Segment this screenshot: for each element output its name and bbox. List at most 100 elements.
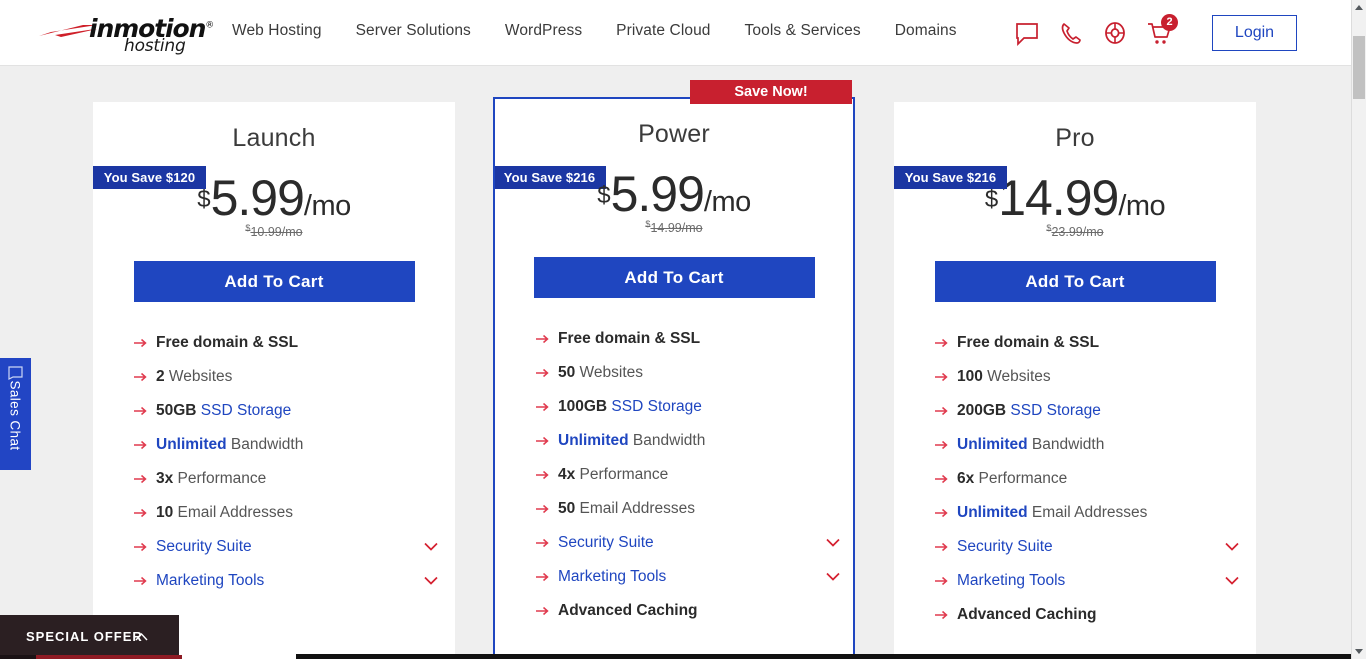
arrow-right-icon — [134, 373, 147, 382]
scrollbar-down-arrow[interactable] — [1352, 644, 1366, 659]
logo-registered-mark: ® — [205, 20, 215, 31]
arrow-right-icon — [536, 335, 549, 344]
sales-chat-label: Sales Chat — [7, 380, 23, 451]
feature-text: Performance — [575, 466, 669, 484]
feature-text: Free domain & SSL — [957, 334, 1100, 352]
feature-item[interactable]: Security Suite — [536, 534, 840, 552]
save-badge-power: You Save $216 — [495, 166, 606, 189]
arrow-right-icon — [134, 475, 147, 484]
arrow-right-icon — [536, 471, 549, 480]
feature-item: Free domain & SSL — [536, 330, 818, 348]
chevron-up-icon — [135, 632, 148, 641]
arrow-right-icon — [935, 373, 948, 382]
chevron-down-icon[interactable] — [826, 572, 840, 581]
arrow-right-icon — [536, 403, 549, 412]
vertical-scrollbar[interactable] — [1351, 0, 1366, 659]
original-price-amount: 10.99/mo — [250, 225, 303, 240]
arrow-right-icon — [536, 437, 549, 446]
nav-item-wordpress[interactable]: WordPress — [505, 22, 582, 40]
feature-value: 50GB — [156, 402, 197, 420]
plan-card-launch: Launch You Save $120 $5.99/mo $10.99/mo … — [93, 102, 455, 659]
feature-value: 100 — [957, 368, 983, 386]
feature-value: Unlimited — [558, 432, 629, 450]
original-price-amount: 23.99/mo — [1051, 225, 1104, 240]
feature-item: Unlimited Bandwidth — [536, 432, 818, 450]
nav-item-domains[interactable]: Domains — [895, 22, 957, 40]
feature-item[interactable]: Marketing Tools — [536, 568, 840, 586]
plan-title-pro: Pro — [1055, 124, 1095, 152]
scrollbar-up-arrow[interactable] — [1352, 0, 1366, 15]
arrow-right-icon — [134, 577, 147, 586]
price-currency: $ — [597, 181, 611, 209]
feature-item: 10 Email Addresses — [134, 504, 416, 522]
add-to-cart-button-pro[interactable]: Add To Cart — [934, 261, 1216, 303]
feature-item: 6x Performance — [935, 470, 1217, 488]
feature-text: Security Suite — [957, 538, 1053, 556]
feature-text: Advanced Caching — [957, 606, 1097, 624]
pricing-plans-section: Save Now! Launch You Save $120 $5.99/mo … — [0, 66, 1351, 659]
chevron-down-icon[interactable] — [826, 538, 840, 547]
chevron-down-icon[interactable] — [424, 542, 438, 551]
chevron-down-icon[interactable] — [424, 576, 438, 585]
price-original-pro: $23.99/mo — [894, 223, 1256, 239]
nav-item-tools-and-services[interactable]: Tools & Services — [745, 22, 861, 40]
feature-item: Unlimited Bandwidth — [134, 436, 416, 454]
arrow-right-icon — [536, 607, 549, 616]
login-button[interactable]: Login — [1212, 15, 1297, 51]
chat-bubble-icon[interactable] — [1014, 18, 1040, 48]
feature-text: Free domain & SSL — [558, 330, 701, 348]
logo-subtext: hosting — [124, 36, 186, 56]
feature-list-pro: Free domain & SSL 100 Websites 200GB SSD S… — [935, 334, 1239, 624]
feature-value: Unlimited — [957, 436, 1028, 454]
feature-text: SSD Storage — [607, 398, 702, 416]
arrow-right-icon — [134, 441, 147, 450]
feature-item: 50 Websites — [536, 364, 818, 382]
sales-chat-tab[interactable]: Sales Chat — [0, 358, 31, 470]
inmotion-logo[interactable]: inmotion® hosting — [36, 12, 214, 56]
nav-item-web-hosting[interactable]: Web Hosting — [232, 22, 322, 40]
nav-item-server-solutions[interactable]: Server Solutions — [356, 22, 471, 40]
price-period: /mo — [1118, 190, 1166, 222]
feature-item: 50 Email Addresses — [536, 500, 818, 518]
feature-value: 10 — [156, 504, 174, 522]
arrow-right-icon — [935, 543, 948, 552]
feature-text: Email Addresses — [1027, 504, 1148, 522]
browser-viewport: inmotion® hosting Web Hosting Server Sol… — [0, 0, 1366, 659]
chevron-down-icon[interactable] — [1225, 542, 1239, 551]
feature-item[interactable]: Security Suite — [134, 538, 438, 556]
plan-card-power: Power You Save $216 $5.99/mo $14.99/mo A… — [493, 97, 855, 659]
add-to-cart-button-launch[interactable]: Add To Cart — [133, 261, 415, 303]
plan-card-pro: Pro You Save $216 $14.99/mo $23.99/mo Ad… — [894, 102, 1256, 659]
feature-item: 100GB SSD Storage — [536, 398, 818, 416]
arrow-right-icon — [935, 611, 948, 620]
feature-text: Security Suite — [156, 538, 252, 556]
feature-value: Unlimited — [156, 436, 227, 454]
feature-item[interactable]: Security Suite — [935, 538, 1239, 556]
arrow-right-icon — [935, 407, 948, 416]
chevron-down-icon[interactable] — [1225, 576, 1239, 585]
feature-value: 50 — [558, 364, 576, 382]
feature-text: Websites — [982, 368, 1051, 386]
arrow-right-icon — [134, 543, 147, 552]
special-offer-label: SPECIAL OFFER — [26, 629, 143, 644]
phone-icon[interactable] — [1058, 18, 1084, 48]
feature-text: Websites — [575, 364, 644, 382]
site-header: inmotion® hosting Web Hosting Server Sol… — [0, 0, 1351, 66]
add-to-cart-button-power[interactable]: Add To Cart — [533, 257, 815, 299]
special-offer-bar[interactable]: SPECIAL OFFER — [0, 615, 179, 655]
life-ring-support-icon[interactable] — [1102, 18, 1128, 48]
feature-value: 4x — [558, 466, 576, 484]
arrow-right-icon — [935, 475, 948, 484]
feature-text: Marketing Tools — [957, 572, 1066, 590]
feature-item: Unlimited Bandwidth — [935, 436, 1217, 454]
feature-item[interactable]: Marketing Tools — [935, 572, 1239, 590]
cart-icon-wrapper[interactable]: 2 — [1146, 14, 1178, 48]
plan-title-power: Power — [638, 120, 710, 148]
feature-item: 200GB SSD Storage — [935, 402, 1217, 420]
feature-item: 2 Websites — [134, 368, 416, 386]
nav-item-private-cloud[interactable]: Private Cloud — [616, 22, 710, 40]
price-original-launch: $10.99/mo — [93, 223, 455, 239]
arrow-right-icon — [536, 539, 549, 548]
feature-item[interactable]: Marketing Tools — [134, 572, 438, 590]
scrollbar-thumb[interactable] — [1353, 36, 1365, 99]
